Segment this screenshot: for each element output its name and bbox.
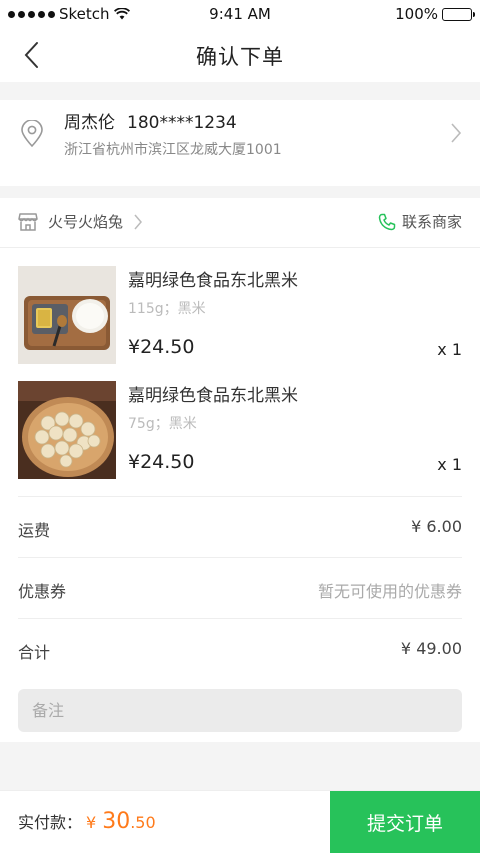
total-row: 合计 ¥ 49.00	[18, 618, 462, 680]
status-bar: Sketch 9:41 AM 100%	[0, 0, 480, 28]
location-pin-icon	[21, 120, 43, 148]
coupon-value: 暂无可使用的优惠券	[317, 582, 462, 601]
shop-name: 火号火焰兔	[48, 213, 124, 231]
shipping-row: 运费 ¥ 6.00	[18, 496, 462, 558]
pay-currency: ¥	[86, 813, 97, 832]
address-card[interactable]: 周杰伦 180****1234 浙江省杭州市滨江区龙威大厦1001	[0, 100, 480, 186]
pay-label: 实付款：	[18, 813, 83, 832]
store-icon	[18, 212, 38, 231]
product-spec: 115g；黑米	[128, 301, 206, 317]
chevron-right-icon	[451, 123, 462, 143]
product-name: 嘉明绿色食品东北黑米	[128, 386, 298, 406]
total-value: ¥ 49.00	[400, 639, 462, 658]
phone-icon	[378, 213, 396, 230]
order-card: 火号火焰兔 联系商家 嘉明绿色食品东北黑米 115g；黑米 ¥24.50 x 1…	[0, 198, 480, 742]
recipient-name: 周杰伦	[64, 113, 115, 133]
recipient-line: 周杰伦 180****1234	[64, 108, 237, 133]
product-spec: 75g；黑米	[128, 416, 197, 432]
battery-percent: 100%	[395, 5, 438, 23]
product-item[interactable]: 嘉明绿色食品东北黑米 115g；黑米 ¥24.50 x 1	[0, 266, 480, 366]
battery-icon	[442, 7, 475, 21]
product-price: ¥24.50	[128, 451, 195, 473]
shop-link[interactable]: 火号火焰兔	[18, 211, 143, 232]
coupon-label: 优惠券	[18, 582, 67, 601]
product-item[interactable]: 嘉明绿色食品东北黑米 75g；黑米 ¥24.50 x 1	[0, 381, 480, 481]
pay-amount-dec: .50	[130, 813, 156, 832]
battery-status: 100%	[395, 5, 475, 23]
contact-merchant-button[interactable]: 联系商家	[378, 211, 462, 232]
product-qty: x 1	[437, 340, 462, 359]
nav-bar: 确认下单	[0, 28, 480, 82]
submit-order-button[interactable]: 提交订单	[330, 791, 480, 853]
recipient-phone: 180****1234	[127, 113, 237, 133]
product-image	[18, 381, 116, 479]
product-price: ¥24.50	[128, 336, 195, 358]
coupon-row[interactable]: 优惠券 暂无可使用的优惠券	[18, 557, 462, 619]
address-detail: 浙江省杭州市滨江区龙威大厦1001	[64, 142, 282, 158]
product-name: 嘉明绿色食品东北黑米	[128, 271, 298, 291]
chevron-right-icon	[134, 214, 143, 229]
shipping-label: 运费	[18, 521, 51, 540]
product-qty: x 1	[437, 455, 462, 474]
checkout-bar: 实付款： ¥ 30 .50 提交订单	[0, 790, 480, 853]
contact-label: 联系商家	[401, 213, 462, 231]
shipping-value: ¥ 6.00	[411, 517, 462, 536]
remark-input[interactable]	[18, 689, 462, 732]
pay-amount-int: 30	[102, 809, 131, 834]
product-image	[18, 266, 116, 364]
amount-payable: 实付款： ¥ 30 .50	[18, 809, 156, 834]
page-title: 确认下单	[196, 45, 284, 69]
total-label: 合计	[18, 643, 51, 662]
shop-row: 火号火焰兔 联系商家	[0, 198, 480, 248]
